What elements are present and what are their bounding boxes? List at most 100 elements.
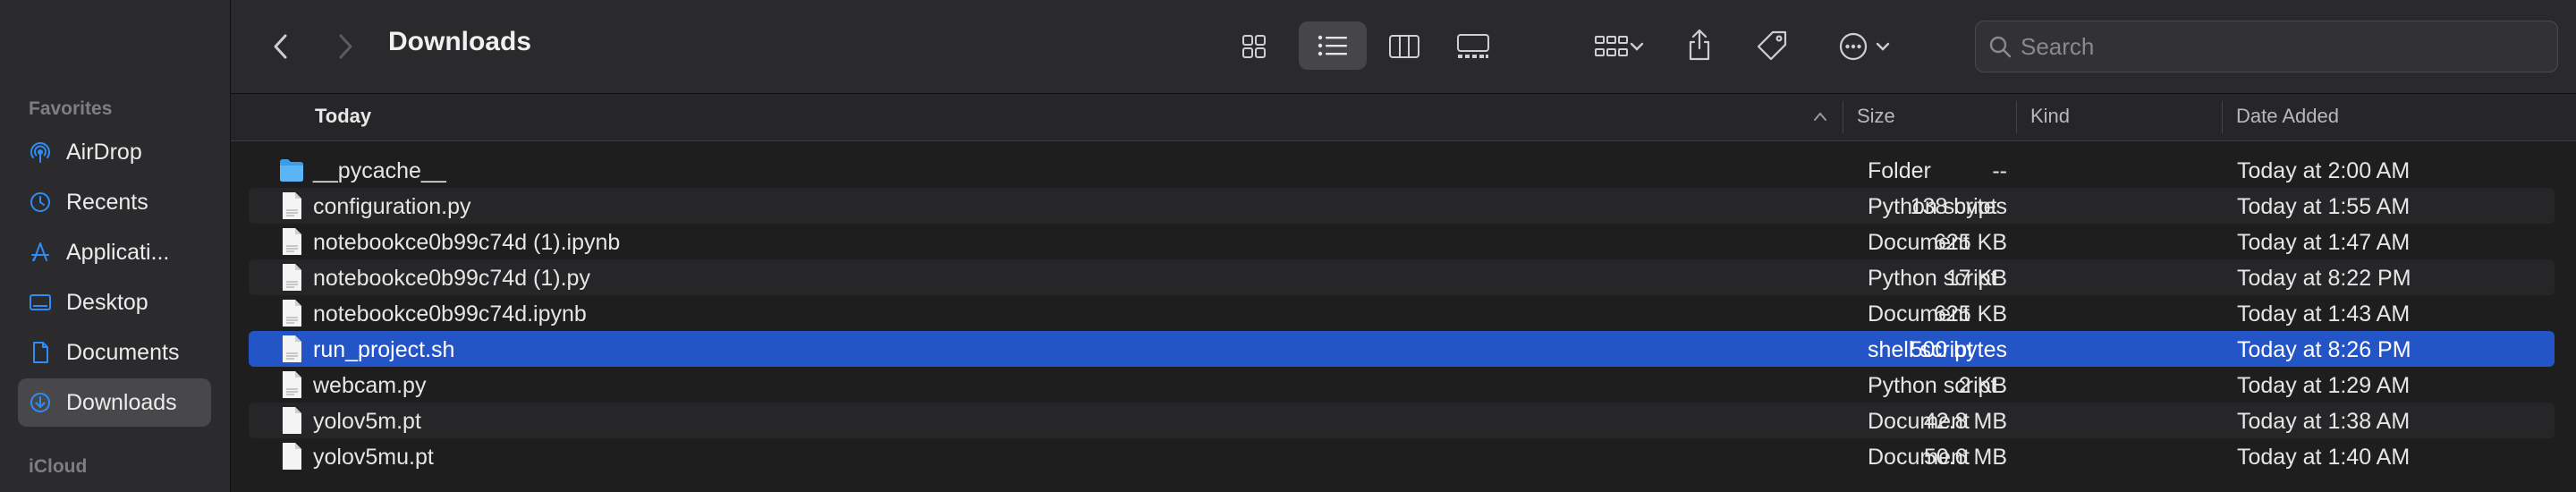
chevron-left-icon: [274, 34, 287, 59]
file-kind: Document: [1868, 230, 1970, 255]
file-name: webcam.py: [313, 373, 427, 398]
file-row[interactable]: webcam.py 2 KB Python script Today at 1:…: [249, 367, 2555, 403]
file-name: notebookce0b99c74d (1).ipynb: [313, 230, 621, 255]
file-kind: Document: [1868, 445, 1970, 470]
document-icon: [283, 192, 301, 219]
sidebar-item-label: Applicati...: [66, 239, 170, 265]
file-row[interactable]: configuration.py 138 bytes Python script…: [249, 188, 2555, 224]
file-date-added: Today at 8:26 PM: [2237, 337, 2411, 362]
column-view-button[interactable]: [1385, 27, 1424, 66]
document-icon: [283, 371, 301, 398]
sidebar-item-documents[interactable]: Documents: [18, 328, 211, 377]
file-name: yolov5mu.pt: [313, 445, 434, 470]
share-button[interactable]: [1680, 21, 1719, 68]
file-row[interactable]: notebookce0b99c74d.ipynb 625 KB Document…: [249, 295, 2555, 331]
chevron-down-icon: [1876, 42, 1890, 51]
document-icon: [283, 407, 301, 434]
file-date-added: Today at 1:38 AM: [2237, 409, 2411, 434]
document-icon: [29, 341, 52, 364]
file-kind: Folder: [1868, 158, 1931, 183]
name-column-header[interactable]: Today: [315, 105, 371, 128]
gallery-icon: [1457, 34, 1489, 58]
sidebar-item-label: Recents: [66, 189, 148, 215]
group-icon: [1595, 36, 1628, 56]
file-row[interactable]: notebookce0b99c74d (1).ipynb 625 KB Docu…: [249, 224, 2555, 259]
search-icon: [1989, 36, 2012, 58]
gallery-view-button[interactable]: [1451, 27, 1496, 66]
folder-icon: [280, 159, 303, 182]
search-field[interactable]: Search: [1975, 21, 2558, 72]
document-icon: [283, 264, 301, 291]
file-kind: Python script: [1868, 194, 1997, 219]
column-divider[interactable]: [2016, 101, 2017, 133]
sidebar-item-downloads[interactable]: Downloads: [18, 378, 211, 427]
file-kind: Document: [1868, 409, 1970, 434]
file-name: yolov5m.pt: [313, 409, 421, 434]
size-column-header[interactable]: Size: [1857, 105, 1895, 128]
file-date-added: Today at 1:43 AM: [2237, 301, 2411, 327]
clock-icon: [29, 191, 52, 214]
column-header: Today Size Kind Date Added: [231, 94, 2576, 141]
file-kind: shell script: [1868, 337, 1974, 362]
sidebar-item-desktop[interactable]: Desktop: [18, 278, 211, 327]
file-size: --: [1992, 158, 2007, 183]
more-actions-button[interactable]: [1828, 27, 1900, 66]
file-row[interactable]: yolov5m.pt 42.8 MB Document Today at 1:3…: [249, 403, 2555, 438]
toolbar: Downloads Search: [231, 0, 2576, 94]
list-icon: [1318, 35, 1347, 56]
sidebar-item-label: Desktop: [66, 289, 148, 315]
share-icon: [1689, 29, 1710, 61]
document-icon: [283, 443, 301, 470]
file-kind: Python script: [1868, 373, 1997, 398]
sidebar-item-recents[interactable]: Recents: [18, 178, 211, 226]
file-row[interactable]: __pycache__ -- Folder Today at 2:00 AM: [249, 152, 2555, 188]
sidebar-item-airdrop[interactable]: AirDrop: [18, 128, 211, 176]
column-divider[interactable]: [2222, 101, 2223, 133]
file-row[interactable]: yolov5mu.pt 50.6 MB Document Today at 1:…: [249, 438, 2555, 474]
sidebar-item-label: Downloads: [66, 389, 177, 415]
icloud-section-title: iCloud: [29, 456, 88, 477]
columns-icon: [1389, 35, 1419, 58]
file-name: __pycache__: [313, 158, 446, 183]
tag-button[interactable]: [1751, 23, 1792, 68]
file-kind: Document: [1868, 301, 1970, 327]
document-icon: [283, 300, 301, 327]
file-row-selected[interactable]: run_project.sh 500 bytes shell script To…: [249, 331, 2555, 367]
window-title: Downloads: [388, 27, 532, 56]
file-kind: Python script: [1868, 266, 1997, 291]
document-icon: [283, 228, 301, 255]
file-date-added: Today at 1:40 AM: [2237, 445, 2411, 470]
icon-view-button[interactable]: [1234, 27, 1274, 66]
sidebar-item-label: AirDrop: [66, 139, 142, 165]
back-button[interactable]: [263, 27, 299, 66]
airdrop-icon: [29, 140, 52, 164]
document-icon: [283, 335, 301, 362]
applications-icon: [29, 241, 52, 264]
file-date-added: Today at 1:55 AM: [2237, 194, 2411, 219]
grid-icon: [1242, 35, 1266, 58]
group-by-button[interactable]: [1583, 27, 1655, 66]
chevron-down-icon: [1630, 42, 1644, 51]
file-name: notebookce0b99c74d (1).py: [313, 266, 590, 291]
ellipsis-circle-icon: [1839, 32, 1868, 61]
file-date-added: Today at 8:22 PM: [2237, 266, 2411, 291]
kind-column-header[interactable]: Kind: [2030, 105, 2070, 128]
sidebar-item-applications[interactable]: Applicati...: [18, 228, 211, 276]
chevron-up-icon[interactable]: [1812, 110, 1828, 123]
file-date-added: Today at 2:00 AM: [2237, 158, 2411, 183]
sidebar-item-label: Documents: [66, 339, 180, 365]
chevron-right-icon: [339, 34, 352, 59]
file-date-added: Today at 1:47 AM: [2237, 230, 2411, 255]
sidebar: Favorites AirDrop Recents Applicati... D…: [0, 0, 231, 492]
file-row[interactable]: notebookce0b99c74d (1).py 17 KB Python s…: [249, 259, 2555, 295]
file-name: run_project.sh: [313, 337, 455, 362]
list-view-button[interactable]: [1299, 21, 1367, 70]
file-name: configuration.py: [313, 194, 471, 219]
file-name: notebookce0b99c74d.ipynb: [313, 301, 587, 327]
tag-icon: [1757, 30, 1787, 61]
forward-button[interactable]: [327, 27, 363, 66]
search-placeholder: Search: [2021, 32, 2095, 60]
favorites-section-title: Favorites: [29, 98, 113, 119]
download-icon: [29, 391, 52, 414]
date-added-column-header[interactable]: Date Added: [2236, 105, 2339, 128]
